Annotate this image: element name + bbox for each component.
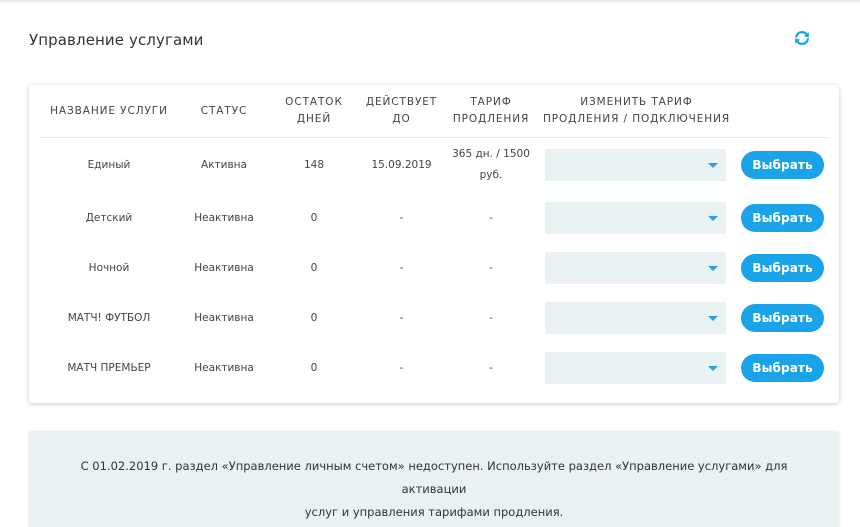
days-left: 0: [310, 361, 318, 374]
refresh-icon[interactable]: [792, 28, 812, 48]
select-button[interactable]: Выбрать: [741, 254, 824, 282]
tariff-select[interactable]: [545, 252, 726, 284]
column-header-name: НАЗВАНИЕ УСЛУГИ: [50, 104, 168, 117]
days-left: 148: [303, 158, 325, 171]
table-row: МАТЧ ПРЕМЬЕР Неактивна 0 - - Выбрать: [29, 343, 839, 393]
days-left: 0: [310, 261, 318, 274]
select-button[interactable]: Выбрать: [741, 304, 824, 332]
service-name: Единый: [87, 158, 131, 171]
renewal-tariff: -: [489, 311, 493, 324]
service-name: Детский: [85, 211, 133, 224]
table-row: Ночной Неактивна 0 - - Выбрать: [29, 243, 839, 293]
renewal-tariff: -: [489, 211, 493, 224]
services-table-card: НАЗВАНИЕ УСЛУГИ СТАТУС ОСТАТОК ДНЕЙ ДЕЙС…: [29, 85, 839, 403]
renewal-tariff: -: [489, 361, 493, 374]
column-header-change-tariff: ИЗМЕНИТЬ ТАРИФ ПРОДЛЕНИЯ / ПОДКЛЮЧЕНИЯ: [542, 96, 731, 125]
service-status: Неактивна: [194, 311, 254, 324]
services-page: Управление услугами НАЗВАНИЕ УСЛУГИ СТАТ…: [0, 0, 860, 527]
days-left: 0: [310, 311, 318, 324]
column-header-tariff: ТАРИФ ПРОДЛЕНИЯ: [452, 96, 530, 125]
notice-text: С 01.02.2019 г. раздел «Управление личны…: [80, 459, 788, 519]
valid-until: -: [399, 311, 404, 324]
tariff-select[interactable]: [545, 202, 726, 234]
top-shadow: [0, 0, 860, 4]
column-header-status: СТАТУС: [200, 104, 248, 117]
service-name: МАТЧ! ФУТБОЛ: [67, 311, 151, 324]
chevron-down-icon: [708, 316, 718, 321]
table-row: Детский Неактивна 0 - - Выбрать: [29, 193, 839, 243]
tariff-select[interactable]: [545, 149, 726, 181]
table-row: МАТЧ! ФУТБОЛ Неактивна 0 - - Выбрать: [29, 293, 839, 343]
chevron-down-icon: [708, 266, 718, 271]
select-button[interactable]: Выбрать: [741, 354, 824, 382]
select-button[interactable]: Выбрать: [741, 151, 824, 179]
tariff-select[interactable]: [545, 302, 726, 334]
valid-until: -: [399, 261, 404, 274]
days-left: 0: [310, 211, 318, 224]
chevron-down-icon: [708, 216, 718, 221]
service-status: Неактивна: [194, 261, 254, 274]
renewal-tariff: -: [489, 261, 493, 274]
select-button[interactable]: Выбрать: [741, 204, 824, 232]
valid-until: -: [399, 361, 404, 374]
column-header-valid-until: ДЕЙСТВУЕТ ДО: [365, 96, 438, 125]
page-title: Управление услугами: [29, 31, 204, 49]
table-row: Единый Активна 148 15.09.2019 365 дн. / …: [29, 140, 839, 190]
chevron-down-icon: [708, 163, 718, 168]
tariff-select[interactable]: [545, 352, 726, 384]
service-name: Ночной: [88, 261, 130, 274]
service-status: Активна: [201, 158, 247, 171]
notice-panel: С 01.02.2019 г. раздел «Управление личны…: [29, 431, 839, 527]
header-divider: [39, 137, 829, 138]
service-name: МАТЧ ПРЕМЬЕР: [67, 361, 151, 374]
chevron-down-icon: [708, 366, 718, 371]
service-status: Неактивна: [194, 211, 254, 224]
valid-until: -: [399, 211, 404, 224]
service-status: Неактивна: [194, 361, 254, 374]
renewal-tariff: 365 дн. / 1500 руб.: [452, 148, 530, 181]
column-header-days-left: ОСТАТОК ДНЕЙ: [285, 96, 343, 125]
valid-until: 15.09.2019: [371, 158, 432, 171]
